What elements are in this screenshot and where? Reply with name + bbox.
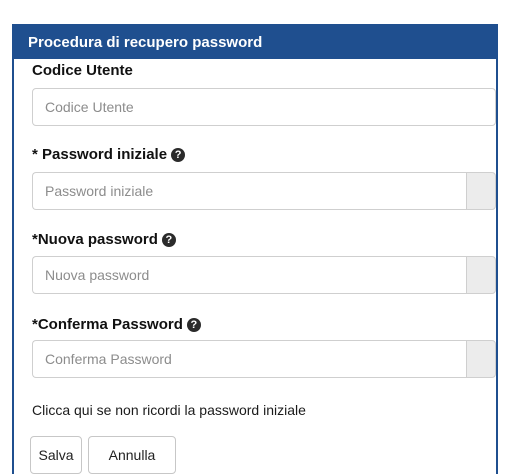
initial-password-input[interactable] [32, 172, 468, 210]
save-button[interactable]: Salva [30, 436, 82, 474]
password-recovery-panel: Procedura di recupero password Codice Ut… [12, 24, 498, 474]
initial-password-label: * Password iniziale? [32, 146, 186, 163]
panel-title: Procedura di recupero password [14, 26, 496, 59]
confirm-password-addon[interactable] [466, 340, 496, 378]
new-password-input[interactable] [32, 256, 468, 294]
forgot-initial-password-link[interactable]: Clicca qui se non ricordi la password in… [32, 402, 306, 418]
initial-password-addon[interactable] [466, 172, 496, 210]
new-password-label: *Nuova password? [32, 231, 176, 248]
confirm-password-label: *Conferma Password? [32, 316, 201, 333]
user-code-input[interactable] [32, 88, 496, 126]
new-password-label-text: *Nuova password [32, 231, 158, 248]
question-circle-icon[interactable]: ? [171, 148, 186, 162]
confirm-password-input[interactable] [32, 340, 468, 378]
question-circle-icon[interactable]: ? [161, 233, 176, 247]
user-code-label-text: Codice Utente [32, 62, 133, 79]
question-circle-icon[interactable]: ? [186, 318, 201, 332]
initial-password-label-text: * Password iniziale [32, 146, 168, 163]
cancel-button[interactable]: Annulla [88, 436, 176, 474]
user-code-label: Codice Utente [32, 62, 133, 79]
confirm-password-label-text: *Conferma Password [32, 316, 183, 333]
new-password-addon[interactable] [466, 256, 496, 294]
